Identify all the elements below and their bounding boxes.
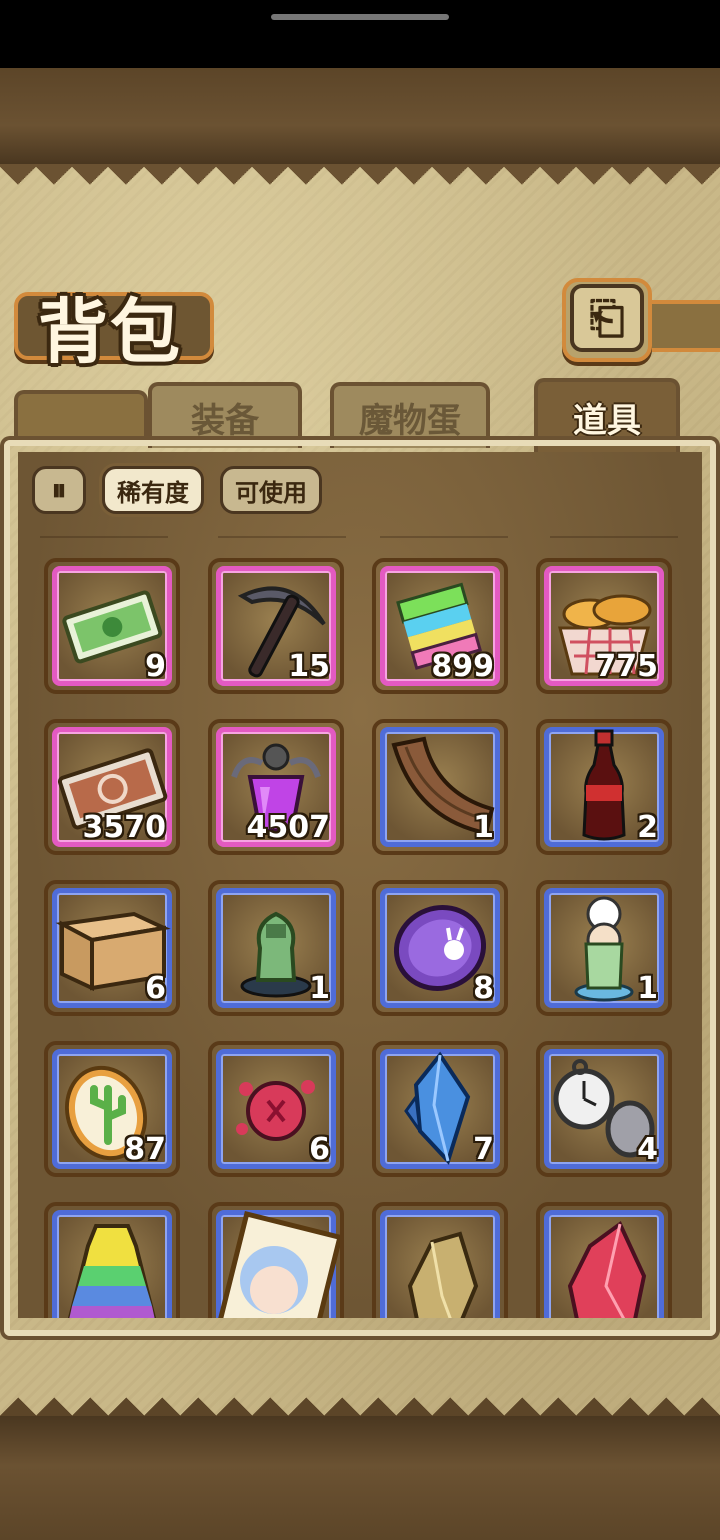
divider	[218, 536, 346, 538]
rainbow-dress-icon	[48, 1206, 176, 1318]
girl-portrait-icon	[212, 1206, 340, 1318]
red-crystal-icon	[540, 1206, 668, 1318]
tab-label: 装备	[191, 400, 259, 441]
divider	[40, 536, 168, 538]
tab-label: 魔物蛋	[359, 400, 461, 441]
item-quantity: 1	[309, 971, 330, 1006]
usable-filter-label: 可使用	[235, 478, 307, 507]
zigzag-bottom-edge	[0, 1372, 720, 1418]
item-slot-red-crystal[interactable]	[536, 1202, 672, 1318]
item-slot-knight-figurine[interactable]: 1	[208, 880, 344, 1016]
gesture-pill	[271, 14, 449, 20]
rarity-filter-label: 稀有度	[117, 478, 189, 507]
item-slot-wood-plank[interactable]: 1	[372, 719, 508, 855]
item-slot-red-slime-ball[interactable]: 6	[208, 1041, 344, 1177]
item-quantity: 2	[637, 810, 658, 845]
page-title: 背包	[38, 291, 182, 373]
zigzag-top-edge	[0, 164, 720, 210]
inventory-panel: ⏸ 稀有度 可使用 9 15 899 775 3570 4507 1 2 6 1 8 1 87 6 7 4	[18, 452, 702, 1318]
item-slot-green-ticket[interactable]: 9	[44, 558, 180, 694]
bottom-border-strip	[0, 1416, 720, 1540]
item-quantity: 775	[595, 649, 658, 684]
divider	[380, 536, 508, 538]
item-slot-chef-figurine[interactable]: 1	[536, 880, 672, 1016]
tab-rail-left	[14, 390, 148, 446]
sort-toggle-button[interactable]: ⏸	[32, 466, 86, 514]
item-quantity: 87	[124, 1132, 166, 1167]
item-slot-bunny-coin[interactable]: 8	[372, 880, 508, 1016]
item-quantity: 1	[637, 971, 658, 1006]
top-border-strip	[0, 68, 720, 164]
tab-label: 道具	[573, 400, 641, 441]
sort-toggle-icon: ⏸	[51, 472, 67, 508]
item-slot-bread-basket[interactable]: 775	[536, 558, 672, 694]
item-quantity: 9	[145, 649, 166, 684]
item-slot-pocket-watch[interactable]: 4	[536, 1041, 672, 1177]
tab-monster-egg[interactable]: 魔物蛋	[330, 382, 490, 448]
tab-equipment[interactable]: 装备	[148, 382, 302, 448]
item-quantity: 8	[473, 971, 494, 1006]
item-quantity: 1	[473, 810, 494, 845]
item-slot-girl-portrait[interactable]	[208, 1202, 344, 1318]
gold-crystal-icon	[376, 1206, 504, 1318]
item-slot-purple-potion[interactable]: 4507	[208, 719, 344, 855]
item-slot-cardboard-box[interactable]: 6	[44, 880, 180, 1016]
item-quantity: 899	[431, 649, 494, 684]
item-slot-brown-ticket[interactable]: 3570	[44, 719, 180, 855]
item-quantity: 7	[473, 1132, 494, 1167]
back-rail	[652, 300, 720, 352]
item-slot-rainbow-dress[interactable]	[44, 1202, 180, 1318]
item-slot-pickaxe[interactable]: 15	[208, 558, 344, 694]
item-slot-rainbow-block[interactable]: 899	[372, 558, 508, 694]
item-slot-cactus-cookie[interactable]: 87	[44, 1041, 180, 1177]
divider	[550, 536, 678, 538]
status-bar	[0, 0, 720, 68]
item-quantity: 15	[288, 649, 330, 684]
item-quantity: 6	[309, 1132, 330, 1167]
item-slot-blue-crystal[interactable]: 7	[372, 1041, 508, 1177]
item-slot-gold-crystal[interactable]	[372, 1202, 508, 1318]
back-arrow-icon[interactable]: ⎗	[570, 284, 644, 352]
item-quantity: 3570	[82, 810, 167, 845]
item-slot-cola-bottle[interactable]: 2	[536, 719, 672, 855]
item-quantity: 4	[637, 1132, 658, 1167]
rarity-filter-button[interactable]: 稀有度	[102, 466, 204, 514]
usable-filter-button[interactable]: 可使用	[220, 466, 322, 514]
item-quantity: 6	[145, 971, 166, 1006]
item-quantity: 4507	[246, 810, 331, 845]
